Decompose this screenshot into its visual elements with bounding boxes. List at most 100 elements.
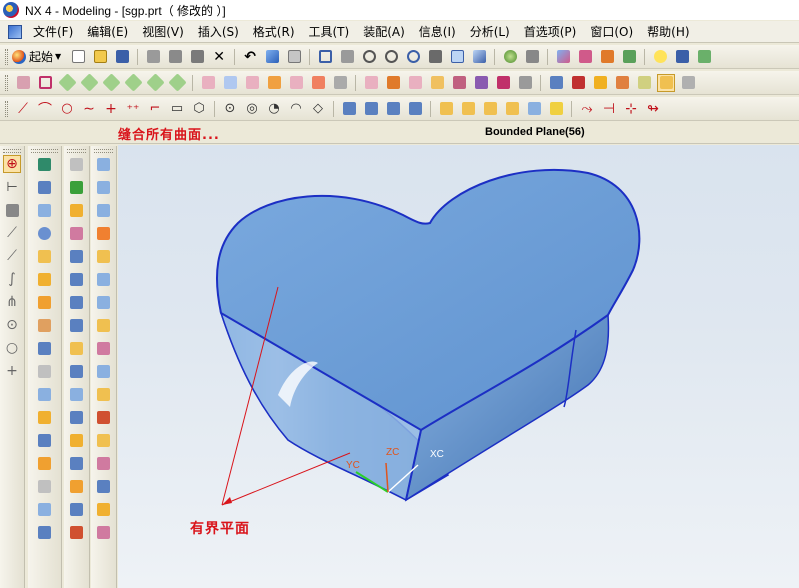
surface-tool-button-3[interactable] — [95, 201, 113, 219]
menu-help[interactable]: 帮助(H) — [640, 23, 696, 40]
text-curve-button[interactable]: ◔ — [265, 100, 283, 118]
menu-tools[interactable]: 工具(T) — [302, 23, 357, 40]
tool-button-7[interactable] — [68, 293, 86, 311]
section-curve-button[interactable] — [362, 100, 380, 118]
wcs-button[interactable]: ⊢ — [3, 178, 21, 196]
curve-tool-button[interactable]: ∫ — [3, 270, 21, 288]
feature-button-5[interactable] — [36, 247, 54, 265]
cross-tool-button[interactable]: + — [3, 362, 21, 380]
tool-button-8[interactable] — [68, 316, 86, 334]
subtract-button[interactable] — [362, 74, 380, 92]
select-button[interactable] — [285, 48, 303, 66]
analysis-button[interactable] — [598, 48, 616, 66]
sketch-button[interactable] — [14, 74, 32, 92]
surface-tool-button-1[interactable] — [95, 155, 113, 173]
menu-insert[interactable]: 插入(S) — [191, 23, 246, 40]
boss-button[interactable] — [145, 73, 165, 92]
feature-button-7[interactable] — [36, 293, 54, 311]
repeat-button[interactable] — [263, 48, 281, 66]
open-button[interactable] — [91, 48, 109, 66]
zoom-button[interactable] — [360, 48, 378, 66]
extrude-button[interactable] — [57, 73, 77, 92]
menu-preferences[interactable]: 首选项(P) — [517, 23, 584, 40]
menu-assembly[interactable]: 装配(A) — [356, 23, 412, 40]
feature-button-1[interactable] — [36, 155, 54, 173]
tool-button-12[interactable] — [68, 408, 86, 426]
orient-button[interactable] — [470, 48, 488, 66]
helix-button[interactable]: ◎ — [243, 100, 261, 118]
toolbar-grip[interactable] — [3, 149, 21, 153]
extra-button[interactable] — [695, 48, 713, 66]
wireframe-button[interactable] — [523, 48, 541, 66]
hole-button[interactable] — [123, 73, 143, 92]
surface-tool-button-10[interactable] — [95, 362, 113, 380]
menu-edit[interactable]: 编辑(E) — [80, 23, 135, 40]
extract-curve-button[interactable] — [384, 100, 402, 118]
offset-button[interactable] — [450, 74, 468, 92]
new-file-button[interactable] — [69, 48, 87, 66]
lightbulb-button[interactable] — [651, 48, 669, 66]
tool-button-16[interactable] — [68, 500, 86, 518]
intersect-button[interactable] — [384, 74, 402, 92]
menu-file[interactable]: 文件(F) — [26, 23, 80, 40]
edit-curve-button[interactable]: ⤳ — [578, 100, 596, 118]
mirror-button[interactable] — [287, 74, 305, 92]
feature-button-12[interactable] — [36, 408, 54, 426]
cut-button[interactable] — [144, 48, 162, 66]
chamfer-button[interactable] — [221, 74, 239, 92]
shaded-button[interactable] — [501, 48, 519, 66]
tool-button-3[interactable] — [68, 201, 86, 219]
surface-tool-button-12[interactable] — [95, 408, 113, 426]
unite-button[interactable] — [331, 74, 349, 92]
datum-plane-button[interactable] — [36, 74, 54, 92]
feature-button-3[interactable] — [36, 201, 54, 219]
surface-tool-button-4[interactable] — [95, 224, 113, 242]
feature-button-2[interactable] — [36, 178, 54, 196]
isoparam-curve-button[interactable] — [481, 100, 499, 118]
document-menu-icon[interactable] — [8, 24, 22, 39]
tool-button-11[interactable] — [68, 385, 86, 403]
fillet-curve-button[interactable]: ⌐ — [146, 100, 164, 118]
start-button[interactable]: 起始 ▼ — [12, 48, 67, 65]
wrap-curve-button[interactable] — [459, 100, 477, 118]
paint-button[interactable] — [613, 74, 631, 92]
spline-button[interactable]: ∼ — [80, 100, 98, 118]
feature-button-6[interactable] — [36, 270, 54, 288]
scale-curve-button[interactable] — [547, 100, 565, 118]
surface-tool-button-14[interactable] — [95, 454, 113, 472]
line-button[interactable]: ⟋ — [14, 100, 32, 118]
tool-button-6[interactable] — [68, 270, 86, 288]
split-button[interactable] — [428, 74, 446, 92]
trim-curve-button[interactable]: ⊣ — [600, 100, 618, 118]
surface-tool-button-8[interactable] — [95, 316, 113, 334]
rotate-button[interactable] — [404, 48, 422, 66]
rectangle-button[interactable]: ▭ — [168, 100, 186, 118]
tool-button-17[interactable] — [68, 523, 86, 541]
tool-button-9[interactable] — [68, 339, 86, 357]
pad-button[interactable] — [167, 73, 187, 92]
surface-button[interactable] — [547, 74, 565, 92]
save-button[interactable] — [113, 48, 131, 66]
toolbar-grip[interactable] — [94, 149, 113, 153]
surface-tool-button-11[interactable] — [95, 385, 113, 403]
toolbar-grip[interactable] — [5, 48, 8, 65]
ring-tool-button[interactable]: ○ — [3, 339, 21, 357]
surface-tool-button-9[interactable] — [95, 339, 113, 357]
tool-button-13[interactable] — [68, 431, 86, 449]
trim-button[interactable] — [406, 74, 424, 92]
diagonal-tool-button[interactable]: ⟋ — [3, 247, 21, 265]
arc-button[interactable]: ⌒ — [36, 100, 54, 118]
menu-window[interactable]: 窗口(O) — [583, 23, 640, 40]
surface-tool-button-6[interactable] — [95, 270, 113, 288]
delete-button[interactable]: ✕ — [210, 48, 228, 66]
menu-view[interactable]: 视图(V) — [135, 23, 191, 40]
toolbar-grip[interactable] — [5, 74, 8, 91]
join-curve-button[interactable] — [437, 100, 455, 118]
toolbar-grip[interactable] — [31, 149, 58, 153]
graphics-viewport[interactable]: XC YC ZC 有界平面 — [118, 145, 799, 588]
feature-button-11[interactable] — [36, 385, 54, 403]
menu-information[interactable]: 信息(I) — [412, 23, 463, 40]
target-tool-button[interactable]: ⊙ — [3, 316, 21, 334]
intersection-curve-button[interactable] — [340, 100, 358, 118]
surface-tool-button-7[interactable] — [95, 293, 113, 311]
